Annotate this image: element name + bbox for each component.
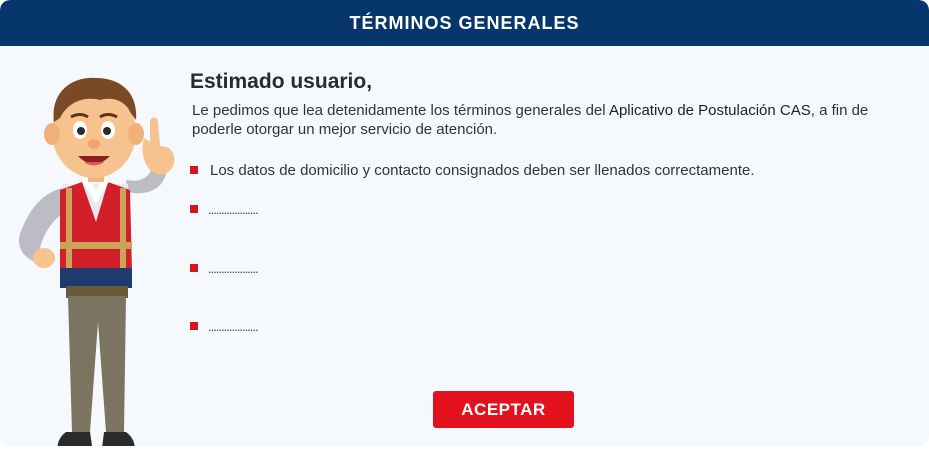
terms-content: Estimado usuario, Le pedimos que lea det… — [190, 66, 890, 139]
term-text: Los datos de domicilio y contacto consig… — [210, 162, 755, 179]
intro-text-start: Le pedimos que lea detenidamente los tér… — [192, 102, 609, 119]
accept-button[interactable]: ACEPTAR — [433, 391, 574, 428]
app-name: Aplicativo de Postulación CAS — [608, 102, 811, 119]
character-illustration — [18, 77, 175, 446]
intro-paragraph: Le pedimos que lea detenidamente los tér… — [192, 101, 887, 139]
term-placeholder: ................... — [208, 202, 259, 217]
term-placeholder: ................... — [208, 319, 259, 334]
red-square-bullet-icon — [190, 205, 198, 213]
red-square-bullet-icon — [190, 322, 198, 330]
red-square-bullet-icon — [190, 166, 198, 174]
red-square-bullet-icon — [190, 264, 198, 272]
modal-title: TÉRMINOS GENERALES — [0, 0, 929, 46]
term-placeholder: ................... — [208, 261, 259, 276]
terms-modal: TÉRMINOS GENERALES Estimado usuario, Le … — [0, 0, 929, 446]
greeting-heading: Estimado usuario, — [190, 70, 373, 93]
